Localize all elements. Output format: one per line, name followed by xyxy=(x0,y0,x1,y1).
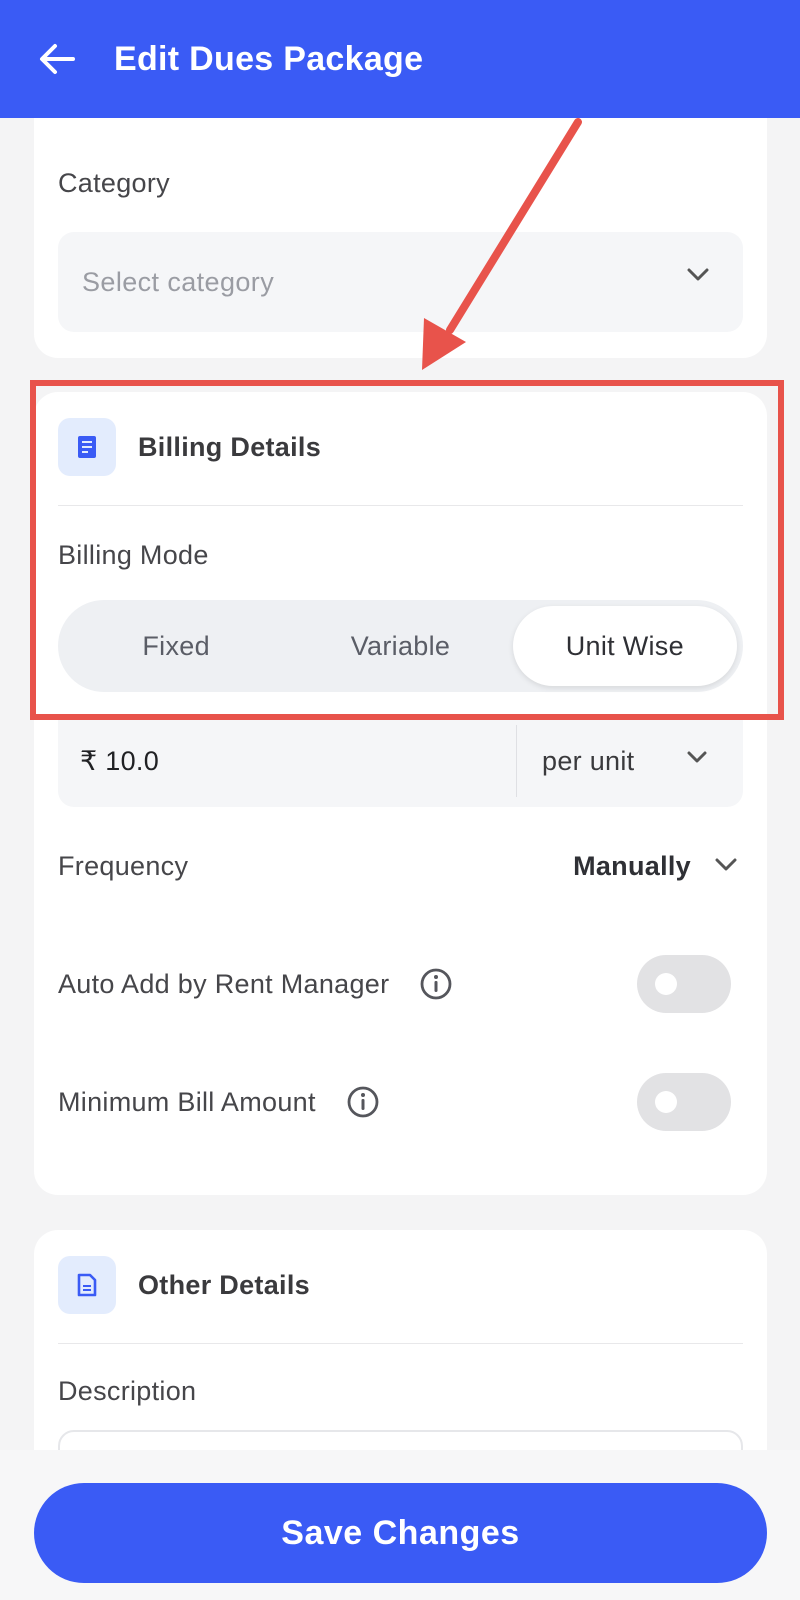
billing-mode-label: Billing Mode xyxy=(58,540,209,570)
chevron-down-icon xyxy=(687,268,709,287)
billing-mode-variable[interactable]: Variable xyxy=(288,606,512,686)
minimum-bill-toggle[interactable] xyxy=(637,1073,731,1131)
billing-mode-segmented-control: Fixed Variable Unit Wise xyxy=(58,600,743,692)
billing-details-card: Billing Details Billing Mode Fixed Varia… xyxy=(34,392,767,1195)
frequency-label: Frequency xyxy=(58,850,189,881)
category-placeholder: Select category xyxy=(82,266,275,297)
minimum-bill-label: Minimum Bill Amount xyxy=(58,1086,316,1117)
other-section-header: Other Details xyxy=(58,1256,310,1314)
price-input[interactable]: ₹ 10.0 xyxy=(80,746,159,777)
unit-price-field: ₹ 10.0 per unit xyxy=(58,715,743,807)
auto-add-label: Auto Add by Rent Manager xyxy=(58,968,390,999)
save-changes-button[interactable]: Save Changes xyxy=(34,1483,767,1583)
document-icon xyxy=(58,1256,116,1314)
frequency-row: Frequency Manually xyxy=(58,836,743,896)
chevron-down-icon[interactable] xyxy=(715,858,737,877)
chevron-down-icon xyxy=(687,751,707,769)
info-icon[interactable] xyxy=(346,1085,380,1119)
auto-add-row: Auto Add by Rent Manager xyxy=(58,954,743,1014)
back-arrow-icon[interactable] xyxy=(38,40,76,78)
description-label: Description xyxy=(58,1376,197,1406)
category-label: Category xyxy=(58,168,170,198)
frequency-value[interactable]: Manually xyxy=(573,851,691,882)
billing-mode-fixed[interactable]: Fixed xyxy=(64,606,288,686)
unit-select[interactable]: per unit xyxy=(516,715,743,807)
category-card: Category Select category xyxy=(34,100,767,358)
receipt-icon xyxy=(58,418,116,476)
minimum-bill-row: Minimum Bill Amount xyxy=(58,1072,743,1132)
category-select[interactable]: Select category xyxy=(58,232,743,332)
auto-add-toggle[interactable] xyxy=(637,955,731,1013)
unit-value: per unit xyxy=(542,745,635,776)
divider xyxy=(58,505,743,506)
info-icon[interactable] xyxy=(419,967,453,1001)
billing-section-header: Billing Details xyxy=(58,418,321,476)
page-title: Edit Dues Package xyxy=(114,39,424,78)
app-bar: Edit Dues Package xyxy=(0,0,800,118)
billing-details-title: Billing Details xyxy=(138,431,322,462)
other-details-title: Other Details xyxy=(138,1269,310,1300)
divider xyxy=(58,1343,743,1344)
billing-mode-unit-wise[interactable]: Unit Wise xyxy=(512,606,737,686)
